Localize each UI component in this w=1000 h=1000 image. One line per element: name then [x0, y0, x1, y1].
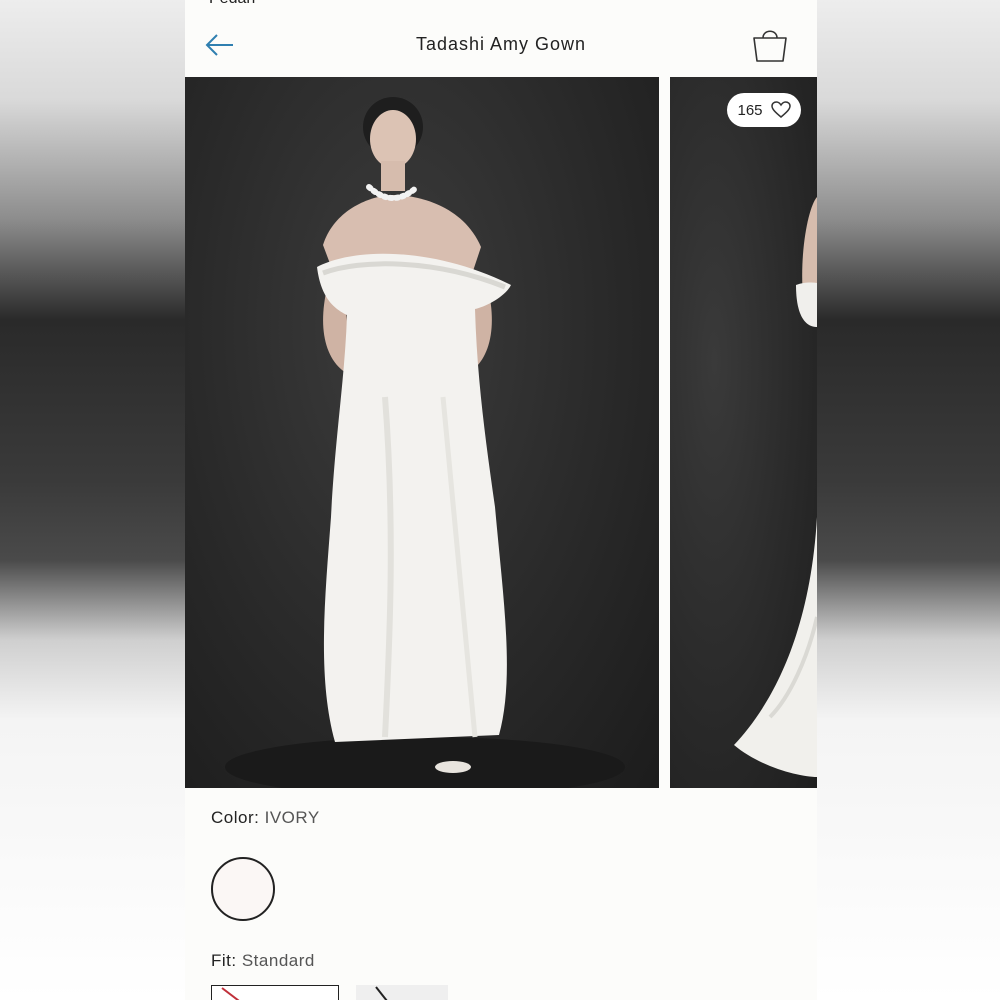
fit-value: Standard	[241, 951, 315, 970]
favorite-button[interactable]: 165	[727, 93, 801, 127]
fit-option-standard[interactable]	[211, 985, 339, 1000]
fit-label: Fit:	[211, 951, 237, 970]
model-in-gown-illustration	[225, 97, 625, 788]
fit-selector-label: Fit: Standard	[211, 951, 315, 971]
product-image-carousel[interactable]: 165	[185, 77, 817, 788]
shopping-bag-icon	[753, 30, 787, 62]
heart-icon	[770, 101, 791, 118]
product-photo-next[interactable]	[670, 77, 817, 788]
like-count: 165	[737, 101, 763, 119]
color-label: Color:	[211, 808, 260, 827]
product-photo-main[interactable]	[185, 77, 659, 788]
color-swatch-ivory[interactable]	[211, 857, 275, 921]
page-title: Tadashi Amy Gown	[415, 34, 587, 54]
color-selector-label: Color: IVORY	[211, 808, 320, 828]
fit-option-alternate[interactable]	[356, 985, 448, 1000]
fit-thumbnail	[221, 987, 240, 1000]
top-navbar: Tadashi Amy Gown	[185, 0, 817, 77]
fit-thumbnail	[375, 986, 388, 1000]
shopping-bag-button[interactable]	[751, 26, 789, 64]
color-value: IVORY	[264, 808, 320, 827]
model-in-gown-side-illustration	[734, 197, 817, 777]
app-screen: Pedan Tadashi Amy Gown	[185, 0, 817, 1000]
